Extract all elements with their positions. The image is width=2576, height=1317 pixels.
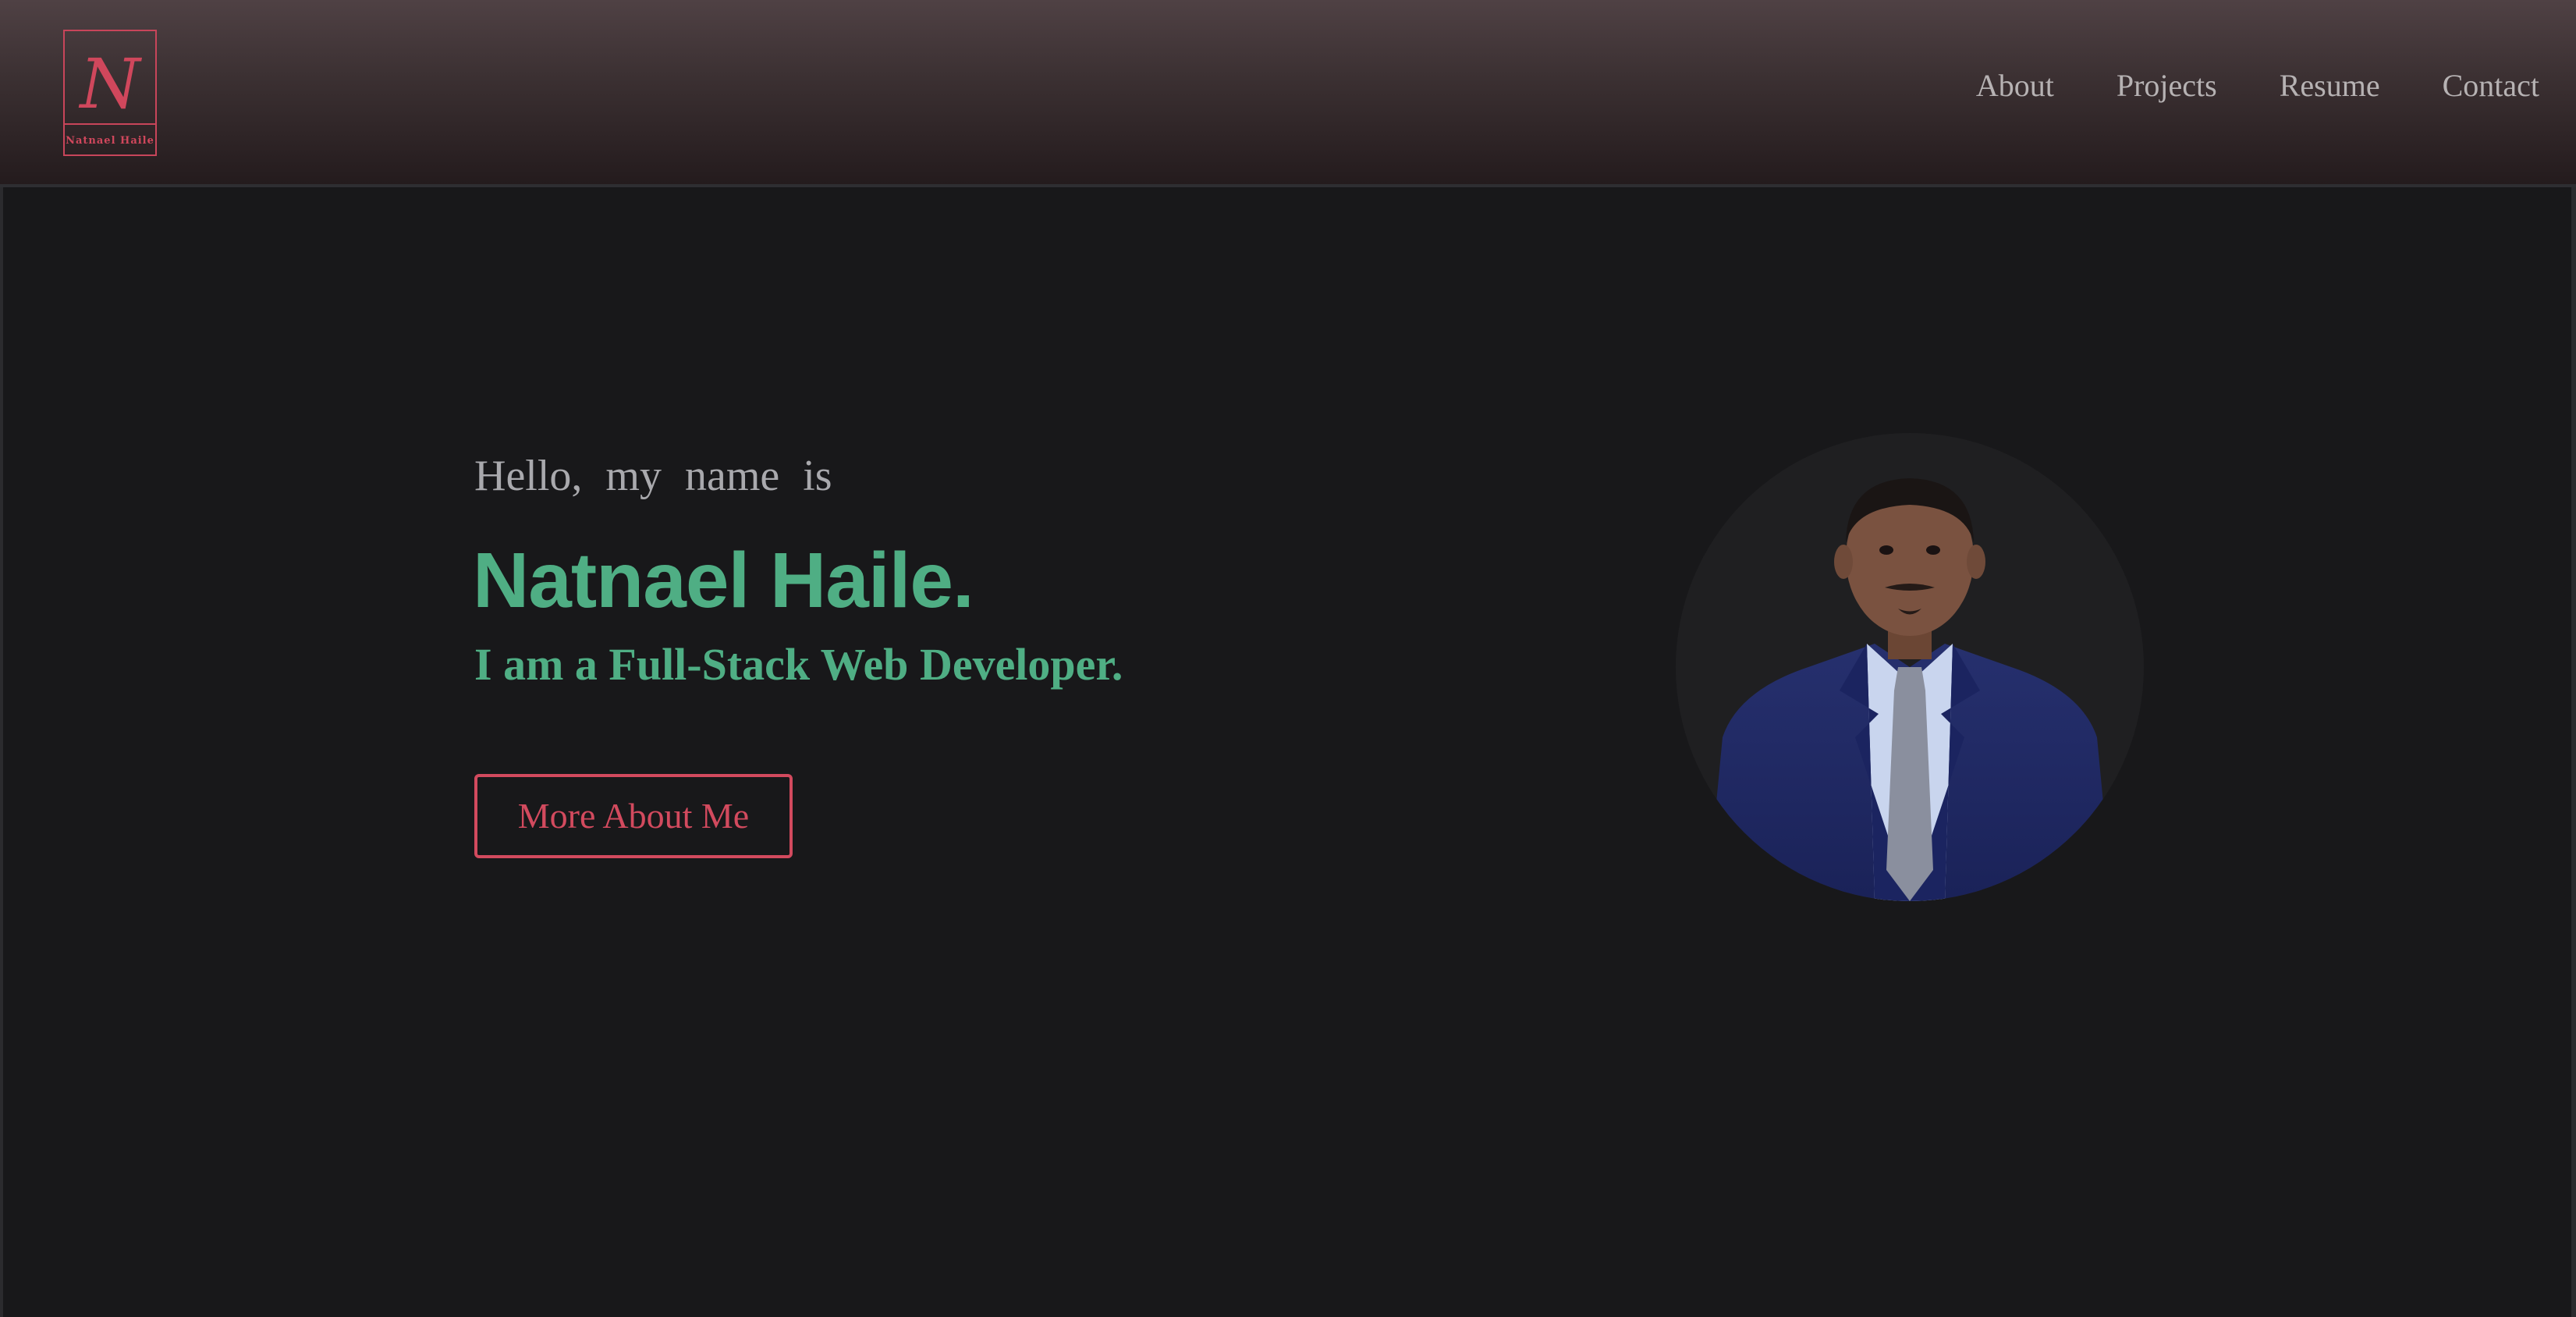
- profile-photo-illustration: [1676, 433, 2144, 901]
- nav-link-about[interactable]: About: [1976, 62, 2054, 109]
- nav-link-resume[interactable]: Resume: [2280, 62, 2380, 109]
- hero-greeting: Hello, my name is: [474, 452, 832, 500]
- more-about-me-button[interactable]: More About Me: [474, 774, 793, 858]
- window-border-right: [2571, 0, 2576, 1317]
- site-header: N Natnael Haile About Projects Resume Co…: [0, 0, 2576, 187]
- hero-tagline: I am a Full-Stack Web Developer.: [474, 639, 1123, 690]
- hero-name: Natnael Haile.: [473, 537, 974, 624]
- profile-photo: [1676, 433, 2144, 901]
- nav-link-projects[interactable]: Projects: [2117, 62, 2217, 109]
- main-nav: About Projects Resume Contact: [1914, 62, 2539, 109]
- site-logo[interactable]: N Natnael Haile: [63, 30, 157, 156]
- logo-name: Natnael Haile: [66, 135, 154, 147]
- nav-link-contact[interactable]: Contact: [2443, 62, 2539, 109]
- logo-monogram: N: [80, 44, 140, 124]
- logo-divider: [65, 123, 155, 125]
- window-border-left: [0, 0, 3, 1317]
